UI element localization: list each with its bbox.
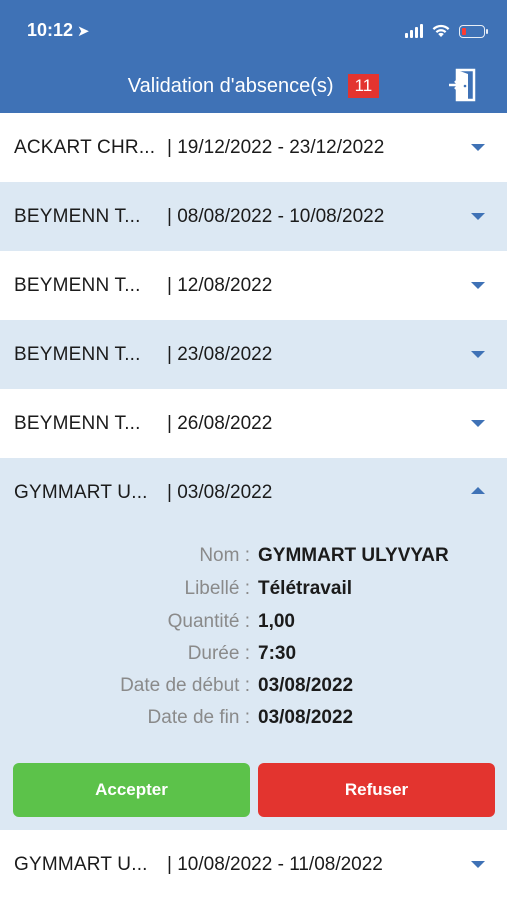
detail-value: GYMMART ULYVYAR — [258, 545, 449, 566]
employee-name: BEYMENN T... — [14, 412, 141, 434]
employee-name: GYMMART U... — [14, 853, 148, 875]
list-item[interactable]: BEYMENN T... | 23/08/2022 — [0, 320, 507, 389]
employee-name: ACKART CHR... — [14, 136, 156, 158]
absence-dates: | 03/08/2022 — [167, 481, 273, 503]
list-item[interactable]: GYMMART U... | 10/08/2022 - 11/08/2022 — [0, 830, 507, 899]
wifi-icon — [432, 24, 450, 37]
status-time-text: 10:12 — [27, 20, 74, 40]
refuse-button[interactable]: Refuser — [258, 763, 495, 817]
employee-name: BEYMENN T... — [14, 205, 141, 227]
detail-label: Nom : — [199, 545, 250, 566]
absence-dates: | 19/12/2022 - 23/12/2022 — [167, 136, 385, 158]
count-badge: 11 — [347, 74, 380, 98]
app-header: 10:12 ➤ Validation d'absence(s) 11 — [0, 0, 507, 113]
absence-dates: | 23/08/2022 — [167, 343, 273, 365]
detail-value: 1,00 — [258, 611, 295, 632]
absence-dates: | 10/08/2022 - 11/08/2022 — [167, 853, 383, 875]
detail-row-duree: Durée : 7:30 — [0, 643, 507, 671]
list-item[interactable]: BEYMENN T... | 26/08/2022 — [0, 389, 507, 458]
detail-label: Date de fin : — [147, 707, 250, 728]
accept-button[interactable]: Accepter — [13, 763, 250, 817]
list-item[interactable]: BEYMENN T... | 12/08/2022 — [0, 251, 507, 320]
detail-row-date-debut: Date de début : 03/08/2022 — [0, 675, 507, 703]
chevron-down-icon[interactable] — [471, 351, 485, 358]
location-arrow-icon: ➤ — [77, 23, 90, 40]
cellular-signal-icon — [405, 24, 423, 38]
chevron-up-icon[interactable] — [471, 487, 485, 494]
detail-value: Télétravail — [258, 578, 352, 599]
detail-label: Quantité : — [167, 611, 250, 632]
detail-row-quantite: Quantité : 1,00 — [0, 611, 507, 639]
detail-label: Libellé : — [184, 578, 251, 599]
detail-label: Durée : — [187, 643, 250, 664]
chevron-down-icon[interactable] — [471, 282, 485, 289]
chevron-down-icon[interactable] — [471, 213, 485, 220]
battery-icon — [459, 24, 488, 38]
list-item[interactable]: ACKART CHR... | 19/12/2022 - 23/12/2022 — [0, 113, 507, 182]
detail-value: 7:30 — [258, 643, 297, 664]
absence-detail-panel: Nom : GYMMART ULYVYAR Libellé : Télétrav… — [0, 527, 507, 830]
chevron-down-icon[interactable] — [471, 861, 485, 868]
detail-row-libelle: Libellé : Télétravail — [0, 578, 507, 606]
title-row: Validation d'absence(s) 11 — [0, 72, 507, 100]
detail-row-nom: Nom : GYMMART ULYVYAR — [0, 545, 507, 573]
employee-name: BEYMENN T... — [14, 343, 141, 365]
employee-name: BEYMENN T... — [14, 274, 141, 296]
detail-label: Date de début : — [120, 675, 250, 696]
detail-row-date-fin: Date de fin : 03/08/2022 — [0, 707, 507, 735]
chevron-down-icon[interactable] — [471, 420, 485, 427]
chevron-down-icon[interactable] — [471, 144, 485, 151]
page-title: Validation d'absence(s) — [127, 74, 334, 97]
absence-dates: | 08/08/2022 - 10/08/2022 — [167, 205, 385, 227]
status-time: 10:12 ➤ — [27, 20, 90, 41]
detail-value: 03/08/2022 — [258, 707, 354, 728]
status-icons — [405, 22, 488, 40]
list-item[interactable]: BEYMENN T... | 08/08/2022 - 10/08/2022 — [0, 182, 507, 251]
employee-name: GYMMART U... — [14, 481, 148, 503]
detail-value: 03/08/2022 — [258, 675, 354, 696]
absence-dates: | 12/08/2022 — [167, 274, 273, 296]
list-item-expanded[interactable]: GYMMART U... | 03/08/2022 — [0, 458, 507, 527]
absence-dates: | 26/08/2022 — [167, 412, 273, 434]
logout-door-icon[interactable] — [448, 68, 476, 102]
